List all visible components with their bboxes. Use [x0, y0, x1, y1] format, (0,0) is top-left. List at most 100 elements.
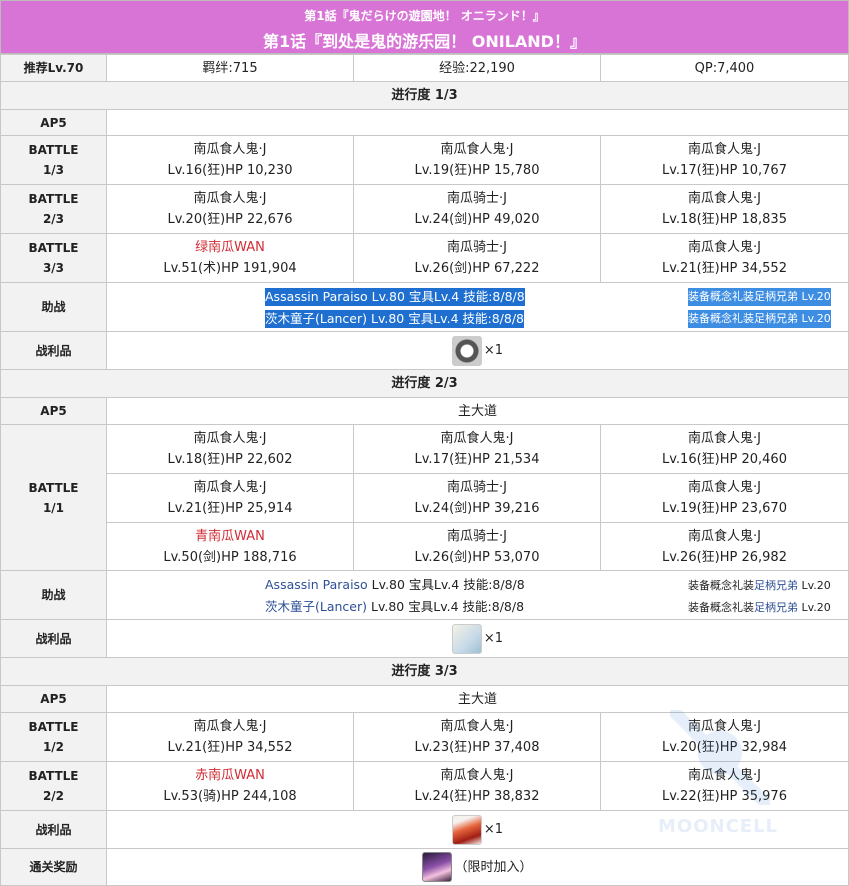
support-label: 助战: [0, 282, 107, 332]
reward-note: （限时加入）: [454, 859, 533, 875]
drop-count: ×1: [483, 631, 504, 646]
enemy-name: 南瓜食人鬼·J: [193, 480, 267, 495]
drops-cell: ×1: [106, 331, 849, 370]
enemy-stats: Lv.19(狂)HP 23,670: [662, 501, 787, 516]
battle-label: BATTLE 1/3: [0, 135, 107, 185]
enemy-cell: 南瓜食人鬼·J Lv.21(狂)HP 34,552: [600, 233, 849, 283]
support-ce-text[interactable]: 装备概念礼装足柄兄弟 Lv.20: [688, 288, 831, 306]
support-servant-line: Assassin Paraiso Lv.80 宝具Lv.4 技能:8/8/8: [265, 576, 525, 594]
drop-item[interactable]: ×1: [451, 335, 504, 366]
drops-label: 战利品: [0, 619, 107, 658]
enemy-cell: 南瓜骑士·J Lv.26(剑)HP 67,222: [353, 233, 601, 283]
drops-label: 战利品: [0, 331, 107, 370]
ce-prefix: 装备概念礼装: [688, 579, 754, 592]
enemy-name: 南瓜食人鬼·J: [193, 142, 267, 157]
enemy-stats: Lv.22(狂)HP 35,976: [662, 789, 787, 804]
battle-word: BATTLE: [28, 720, 79, 734]
battle-label: BATTLE 3/3: [0, 233, 107, 283]
support-servant-text[interactable]: Assassin Paraiso Lv.80 宝具Lv.4 技能:8/8/8: [265, 288, 525, 306]
drops-cell: ×1: [106, 810, 849, 849]
enemy-cell: 南瓜食人鬼·J Lv.20(狂)HP 22,676: [106, 184, 354, 234]
map-location: 主大道: [106, 685, 849, 713]
enemy-name: 南瓜食人鬼·J: [688, 431, 761, 446]
enemy-stats: Lv.24(狂)HP 38,832: [414, 789, 540, 804]
enemy-name: 南瓜食人鬼·J: [688, 240, 761, 255]
enemy-cell: 南瓜食人鬼·J Lv.16(狂)HP 10,230: [106, 135, 354, 185]
drop-item[interactable]: ×1: [451, 814, 504, 845]
enemy-name: 南瓜骑士·J: [447, 240, 507, 255]
progress-1-3: 进行度 1/3: [0, 81, 849, 110]
drop-count: ×1: [483, 822, 504, 837]
quest-title-cn: 第1话『到处是鬼的游乐园！ ONILAND！』: [263, 32, 586, 51]
enemy-name: 南瓜食人鬼·J: [688, 142, 761, 157]
enemy-name: 南瓜食人鬼·J: [440, 719, 514, 734]
boss-enemy-name[interactable]: 青南瓜WAN: [195, 526, 265, 547]
ce-link[interactable]: 足柄兄弟: [754, 601, 798, 614]
battle-label: BATTLE 1/1: [0, 424, 107, 571]
support-ce-line: 装备概念礼装足柄兄弟 Lv.20: [688, 577, 831, 595]
enemy-stats: Lv.53(骑)HP 244,108: [163, 789, 297, 804]
paper-icon[interactable]: [451, 623, 482, 654]
servant-link[interactable]: 茨木童子(Lancer): [265, 599, 367, 614]
enemy-cell: 南瓜食人鬼·J Lv.16(狂)HP 20,460: [600, 424, 849, 474]
enemy-stats: Lv.16(狂)HP 10,230: [167, 163, 293, 178]
clear-reward-label: 通关奖励: [0, 848, 107, 886]
servant-detail: Lv.80 宝具Lv.4 技能:8/8/8: [367, 599, 525, 614]
enemy-stats: Lv.18(狂)HP 22,602: [167, 452, 293, 467]
enemy-name: 南瓜食人鬼·J: [688, 719, 761, 734]
support-servant-text[interactable]: 茨木童子(Lancer) Lv.80 宝具Lv.4 技能:8/8/8: [265, 310, 525, 328]
enemy-name: 南瓜食人鬼·J: [440, 768, 514, 783]
battle-label: BATTLE 1/2: [0, 712, 107, 762]
enemy-cell: 南瓜食人鬼·J Lv.17(狂)HP 10,767: [600, 135, 849, 185]
drop-item[interactable]: ×1: [451, 623, 504, 654]
enemy-cell: 南瓜食人鬼·J Lv.17(狂)HP 21,534: [353, 424, 601, 474]
support-ce-text[interactable]: 装备概念礼装足柄兄弟 Lv.20: [688, 310, 831, 328]
enemy-cell: 南瓜食人鬼·J Lv.19(狂)HP 15,780: [353, 135, 601, 185]
enemy-stats: Lv.24(剑)HP 39,216: [414, 501, 540, 516]
battle-number: 1/3: [42, 163, 65, 177]
clear-reward-cell: （限时加入）: [106, 848, 849, 886]
battle-number: 1/2: [42, 740, 65, 754]
support-label: 助战: [0, 570, 107, 620]
servant-card-icon[interactable]: [422, 852, 453, 882]
fire-icon[interactable]: [451, 814, 482, 845]
enemy-stats: Lv.21(狂)HP 34,552: [167, 740, 293, 755]
ring-icon[interactable]: [451, 335, 482, 366]
enemy-name: 南瓜骑士·J: [447, 480, 507, 495]
enemy-cell: 绿南瓜WAN Lv.51(术)HP 191,904: [106, 233, 354, 283]
drops-cell: ×1: [106, 619, 849, 658]
enemy-name: 南瓜食人鬼·J: [440, 142, 514, 157]
ap-cost-label: AP5: [0, 685, 107, 713]
enemy-cell: 赤南瓜WAN Lv.53(骑)HP 244,108: [106, 761, 354, 811]
enemy-cell: 南瓜骑士·J Lv.24(剑)HP 49,020: [353, 184, 601, 234]
ce-link[interactable]: 足柄兄弟: [754, 579, 798, 592]
enemy-cell: 南瓜骑士·J Lv.26(剑)HP 53,070: [353, 522, 601, 571]
enemy-name: 南瓜食人鬼·J: [688, 191, 761, 206]
drops-label: 战利品: [0, 810, 107, 849]
boss-enemy-name[interactable]: 赤南瓜WAN: [195, 765, 265, 786]
battle-word: BATTLE: [28, 769, 79, 783]
enemy-cell: 南瓜食人鬼·J Lv.19(狂)HP 23,670: [600, 473, 849, 523]
drop-count: ×1: [483, 343, 504, 358]
enemy-stats: Lv.18(狂)HP 18,835: [662, 212, 787, 227]
enemy-cell: 南瓜食人鬼·J Lv.21(狂)HP 25,914: [106, 473, 354, 523]
battle-number: 3/3: [42, 261, 65, 275]
enemy-cell: 南瓜食人鬼·J Lv.23(狂)HP 37,408: [353, 712, 601, 762]
support-servant-line: 茨木童子(Lancer) Lv.80 宝具Lv.4 技能:8/8/8: [265, 598, 524, 616]
enemy-stats: Lv.19(狂)HP 15,780: [414, 163, 540, 178]
enemy-name: 南瓜食人鬼·J: [688, 768, 761, 783]
enemy-name: 南瓜骑士·J: [447, 191, 507, 206]
enemy-stats: Lv.24(剑)HP 49,020: [414, 212, 540, 227]
servant-link[interactable]: Assassin Paraiso: [265, 577, 368, 592]
ce-prefix: 装备概念礼装: [688, 601, 754, 614]
battle-number: 1/1: [42, 500, 65, 515]
enemy-stats: Lv.20(狂)HP 32,984: [662, 740, 787, 755]
battle-label: BATTLE 2/2: [0, 761, 107, 811]
battle-word: BATTLE: [28, 192, 79, 206]
enemy-cell: 南瓜食人鬼·J Lv.21(狂)HP 34,552: [106, 712, 354, 762]
boss-enemy-name[interactable]: 绿南瓜WAN: [195, 237, 265, 258]
enemy-cell: 南瓜食人鬼·J Lv.18(狂)HP 18,835: [600, 184, 849, 234]
enemy-name: 南瓜食人鬼·J: [193, 191, 267, 206]
reward-item[interactable]: （限时加入）: [422, 852, 533, 882]
enemy-cell: 南瓜食人鬼·J Lv.26(狂)HP 26,982: [600, 522, 849, 571]
